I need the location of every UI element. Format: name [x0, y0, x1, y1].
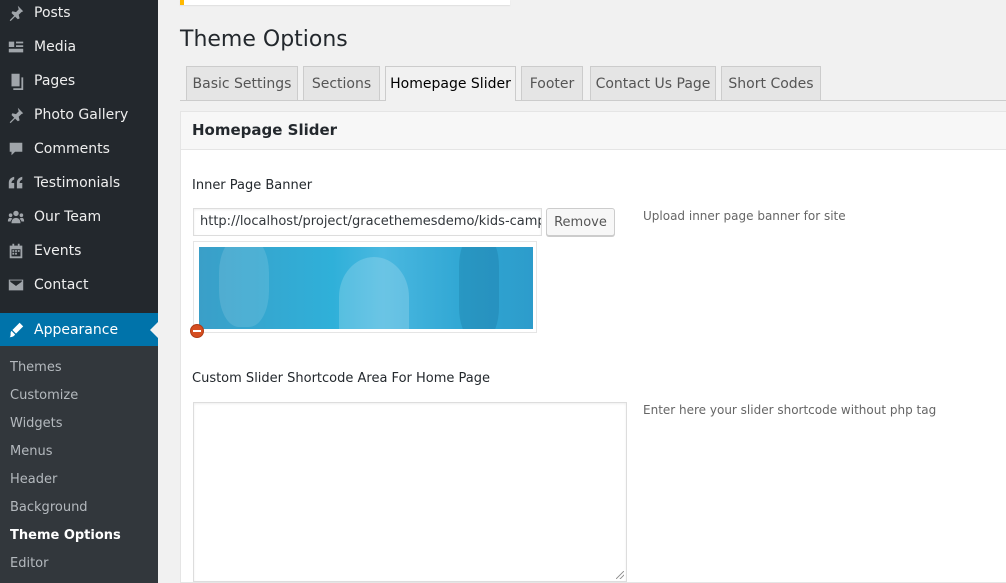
tab-basic-settings[interactable]: Basic Settings [186, 66, 298, 100]
menu-item-label: Comments [34, 141, 110, 157]
menu-item-photo-gallery[interactable]: Photo Gallery [0, 98, 158, 132]
banner-label: Inner Page Banner [192, 178, 313, 193]
submenu-item-widgets[interactable]: Widgets [10, 416, 63, 431]
resize-handle[interactable] [616, 571, 624, 579]
banner-url-value: http://localhost/project/gracethemesdemo… [200, 214, 542, 229]
shortcode-label: Custom Slider Shortcode Area For Home Pa… [192, 371, 490, 386]
pin-icon [6, 105, 26, 125]
shortcode-textarea[interactable] [193, 402, 627, 582]
calendar-icon [6, 241, 26, 261]
submenu-item-themes[interactable]: Themes [10, 360, 62, 375]
current-arrow [150, 322, 158, 338]
page-title: Theme Options [180, 27, 348, 52]
shortcode-description: Enter here your slider shortcode without… [643, 403, 937, 417]
remove-button[interactable]: Remove [546, 208, 615, 236]
menu-item-label: Testimonials [34, 175, 121, 191]
menu-item-media[interactable]: Media [0, 30, 158, 64]
banner-description: Upload inner page banner for site [643, 209, 846, 223]
admin-notice [180, 0, 510, 5]
submenu-item-header[interactable]: Header [10, 472, 57, 487]
menu-item-label: Photo Gallery [34, 107, 129, 123]
submenu-item-menus[interactable]: Menus [10, 444, 52, 459]
menu-item-label: Pages [34, 73, 76, 89]
menu-item-label: Posts [34, 5, 71, 21]
panel-header: Homepage Slider [181, 112, 1006, 150]
menu-item-comments[interactable]: Comments [0, 132, 158, 166]
menu-item-label: Our Team [34, 209, 102, 225]
options-panel: Homepage Slider Inner Page Banner http:/… [180, 111, 1006, 583]
menu-item-contact[interactable]: Contact [0, 268, 158, 302]
pages-icon [6, 71, 26, 91]
tab-homepage-slider[interactable]: Homepage Slider [385, 66, 516, 101]
remove-image-icon[interactable] [190, 324, 204, 338]
appearance-submenu: Themes Customize Widgets Menus Header Ba… [0, 346, 158, 583]
banner-preview [193, 241, 537, 333]
submenu-item-background[interactable]: Background [10, 500, 88, 515]
menu-item-testimonials[interactable]: Testimonials [0, 166, 158, 200]
paintbrush-icon [6, 320, 26, 340]
media-icon [6, 37, 26, 57]
quote-icon [6, 173, 26, 193]
tab-sections[interactable]: Sections [303, 66, 380, 100]
team-icon [6, 207, 26, 227]
menu-item-label: Contact [34, 277, 89, 293]
banner-url-input[interactable]: http://localhost/project/gracethemesdemo… [193, 208, 542, 236]
comment-icon [6, 139, 26, 159]
panel-title: Homepage Slider [192, 121, 338, 139]
menu-item-label: Media [34, 39, 77, 55]
submenu-item-customize[interactable]: Customize [10, 388, 78, 403]
admin-sidebar: Posts Media Pages Photo Gallery Comments… [0, 0, 158, 583]
menu-item-posts[interactable]: Posts [0, 0, 158, 30]
submenu-item-editor[interactable]: Editor [10, 556, 48, 571]
banner-image [199, 247, 533, 329]
menu-item-appearance[interactable]: Appearance [0, 313, 158, 347]
menu-item-our-team[interactable]: Our Team [0, 200, 158, 234]
tab-divider [180, 100, 1006, 101]
menu-item-pages[interactable]: Pages [0, 64, 158, 98]
menu-item-label: Appearance [34, 322, 119, 338]
menu-item-label: Events [34, 243, 82, 259]
mail-icon [6, 275, 26, 295]
menu-item-events[interactable]: Events [0, 234, 158, 268]
pin-icon [6, 3, 26, 23]
submenu-item-theme-options[interactable]: Theme Options [10, 528, 121, 543]
tab-footer[interactable]: Footer [521, 66, 583, 100]
tab-contact-us-page[interactable]: Contact Us Page [590, 66, 716, 100]
tab-short-codes[interactable]: Short Codes [721, 66, 821, 100]
